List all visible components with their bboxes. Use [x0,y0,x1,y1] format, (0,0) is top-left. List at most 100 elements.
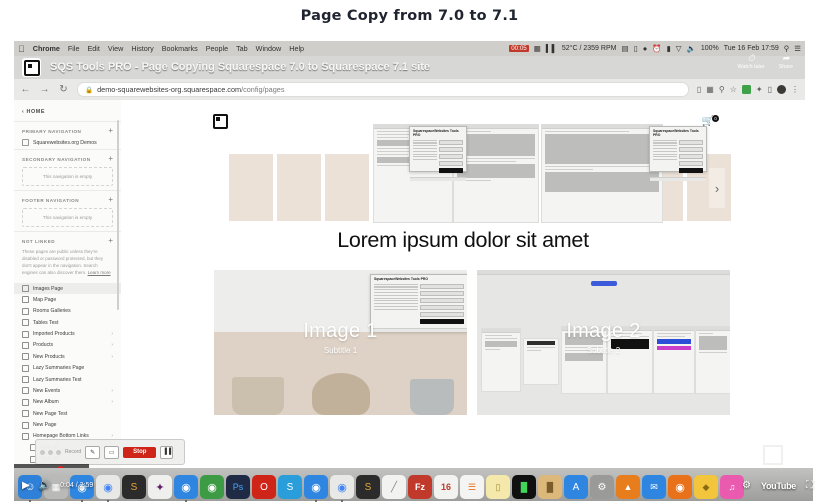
page-list-item[interactable]: Lazy Summaries Page [14,363,121,374]
image-block-1[interactable]: SquarespaceWebsites Tools PRO Image 1 Su… [214,270,467,415]
dock-app-calendar[interactable]: 16 [434,475,458,499]
clock-icon[interactable]: ⏰ [652,44,661,53]
menu-edit[interactable]: Edit [88,44,100,53]
dock-app-opera[interactable]: O [252,475,276,499]
screen-recorder-toolbar[interactable]: Record ✎ ▭ Stop ▐▐ [35,439,185,465]
page-list-item[interactable]: New Page Test [14,408,121,419]
menu-history[interactable]: History [131,44,153,53]
dock-app-sketch[interactable]: ◆ [694,475,718,499]
dock-app-mail[interactable]: ✉ [642,475,666,499]
chevron-right-icon[interactable]: › [111,331,113,337]
dock-app-reminders[interactable]: ☰ [460,475,484,499]
menu-people[interactable]: People [206,44,228,53]
page-list-item[interactable]: Products › [14,340,121,351]
menu-tab[interactable]: Tab [236,44,248,53]
primary-nav-item[interactable]: Squarewebsites.org Demos [14,136,121,149]
page-list-item[interactable]: Tables Test [14,317,121,328]
dock-app-launchpad[interactable]: ▦ [44,475,68,499]
add-page-button[interactable]: + [108,127,113,135]
tools-pro-panel[interactable]: SquarespaceWebsites Tools PRO [649,126,707,182]
chevron-right-icon[interactable]: › [111,342,113,348]
kebab-menu-icon[interactable]: ⋮ [791,85,799,94]
add-page-button[interactable]: + [108,155,113,163]
dock-app-safari[interactable]: ◉ [70,475,94,502]
dock-app-firefox[interactable]: ◉ [668,475,692,499]
page-list-item[interactable]: New Page [14,419,121,430]
menu-window[interactable]: Window [256,44,282,53]
flag-icon[interactable]: ▮ [667,44,671,53]
chevron-right-icon[interactable]: › [111,388,113,394]
chevron-right-icon[interactable]: › [111,354,113,360]
puzzle-icon[interactable]: ✦ [756,85,763,94]
address-bar[interactable]: 🔒 demo-squarewebsites-org.squarespace.co… [77,82,689,97]
search-icon[interactable]: ⚲ [784,44,790,53]
region-frame-icon[interactable]: ▭ [104,445,120,459]
page-list-item[interactable]: Map Page [14,294,121,305]
share-button[interactable]: ➦ Share [779,53,793,70]
panel-scrollbar[interactable] [117,120,119,310]
page-list-item[interactable]: Imported Products › [14,328,121,339]
page-list-item[interactable]: New Events › [14,385,121,396]
stats-icon[interactable]: ▍▌ [546,44,557,53]
page-list-item[interactable]: New Album › [14,397,121,408]
learn-more-link[interactable]: Learn more [88,270,111,275]
dock-app-textedit[interactable]: ╱ [382,475,406,499]
extension-icon[interactable]: ▯ [768,85,772,94]
dock-app-safari-3[interactable]: ◉ [304,475,328,502]
menu-view[interactable]: View [108,44,123,53]
pause-recording-button[interactable]: ▐▐ [160,445,174,459]
menu-bookmarks[interactable]: Bookmarks [162,44,198,53]
page-list-item[interactable]: Rooms Galleries [14,306,121,317]
gallery-prev-button[interactable]: ‹ [211,168,227,208]
qr-icon[interactable]: ▦ [706,85,714,94]
menu-help[interactable]: Help [289,44,304,53]
mac-clock[interactable]: Tue 16 Feb 17:59 [724,45,779,52]
wifi-icon[interactable]: ▽ [676,44,682,53]
dock-app-activity-monitor[interactable]: █ [538,475,562,499]
annotate-pen-icon[interactable]: ✎ [85,445,101,459]
extension-green-icon[interactable] [741,85,751,94]
dock-app-terminal[interactable]: █ [512,475,536,499]
stop-recording-button[interactable]: Stop [123,446,157,458]
search-icon[interactable]: ⚲ [719,85,725,94]
page-list-item[interactable]: New Products › [14,351,121,362]
panel-home-link[interactable]: ‹ HOME [14,100,121,121]
dock-app-sublime[interactable]: S [122,475,146,499]
youtube-video-player[interactable]:  Chrome File Edit View History Bookmark… [14,41,805,501]
add-page-button[interactable]: + [108,196,113,204]
dock-app-slack[interactable]: ✦ [148,475,172,499]
menu-chrome[interactable]: Chrome [33,44,60,53]
screen-recording-timer[interactable]: 00:05 [509,45,529,52]
control-center-icon[interactable]: ☰ [794,44,801,53]
cpu-temp-status[interactable]: 52°C / 2359 RPM [562,45,617,52]
dock-app-safari-2[interactable]: ◉ [174,475,198,502]
dock-app-finder[interactable]: ☺ [18,475,42,502]
dock-app-notes[interactable]: ▯ [486,475,510,499]
bolt-icon[interactable]: ● [643,44,648,53]
tools-pro-panel[interactable]: SquarespaceWebsites Tools PRO [409,126,467,182]
dock-app-skype[interactable]: S [278,475,302,499]
page-list-item[interactable]: Images Page [14,282,121,295]
menu-file[interactable]: File [68,44,80,53]
add-page-button[interactable]: + [108,237,113,245]
chevron-right-icon[interactable]: › [111,399,113,405]
volume-icon[interactable]: 🔈 [687,44,696,53]
dock-app-chrome[interactable]: ◉ [96,475,120,502]
cast-icon[interactable]: ▯ [697,85,701,94]
gallery-next-button[interactable]: › [709,168,725,208]
avatar-icon[interactable] [777,85,786,94]
display-icon[interactable]: ▦ [534,44,541,53]
back-button[interactable]: ← [20,84,31,95]
device-icon[interactable]: ▯ [634,44,638,53]
dock-app-chrome-2[interactable]: ◉ [200,475,224,499]
dock-app-system-preferences[interactable]: ⚙ [590,475,614,499]
dock-app-photoshop[interactable]: Ps [226,475,250,499]
image-block-2[interactable]: Image 2 Subtitle 2 [477,270,730,415]
dock-app-vlc[interactable]: ▲ [616,475,640,499]
apple-logo-icon[interactable]:  [18,44,25,54]
dock-app-chrome-3[interactable]: ◉ [330,475,354,502]
forward-button[interactable]: → [39,84,50,95]
bookmark-star-icon[interactable]: ☆ [730,85,737,94]
page-list-item[interactable]: Lazy Summaries Test [14,374,121,385]
printer-icon[interactable]: ▤ [621,44,628,53]
